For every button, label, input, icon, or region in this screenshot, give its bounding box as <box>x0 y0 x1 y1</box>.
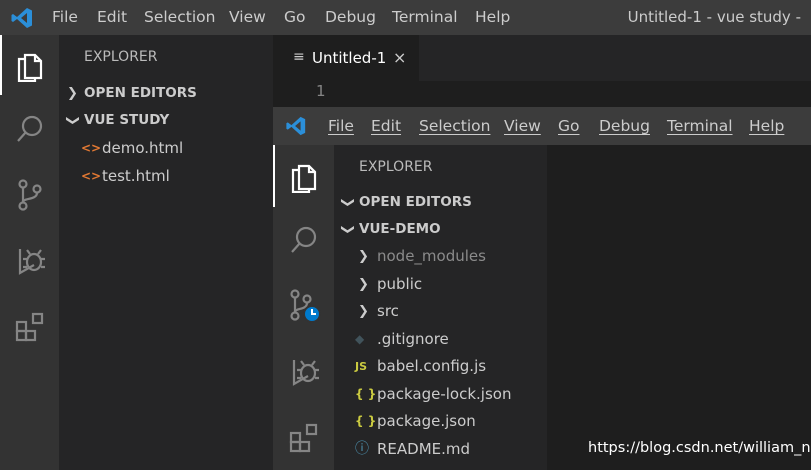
inner-activity-bar <box>273 145 334 470</box>
file-demo-html[interactable]: <> demo.html <box>59 134 273 162</box>
open-editors-section[interactable]: ❯ OPEN EDITORS <box>334 189 547 216</box>
tab-untitled-1[interactable]: ≡ Untitled-1 × <box>273 35 419 81</box>
menu-debug[interactable]: Debug <box>325 0 376 35</box>
menu-edit[interactable]: Edit <box>97 0 127 35</box>
json-file-icon: { } <box>355 414 377 428</box>
explorer-title: EXPLORER <box>84 49 158 65</box>
inner-menu-terminal[interactable]: Terminal <box>667 107 733 145</box>
folder-section-vue-demo[interactable]: ❯ VUE-DEMO <box>334 216 547 243</box>
chevron-right-icon: ❯ <box>67 86 78 101</box>
file-readme-md[interactable]: ⓘ README.md <box>334 436 547 463</box>
folder-label: public <box>377 275 423 293</box>
inner-window-screenshot: File Edit Selection View Go Debug Termin… <box>273 107 811 470</box>
close-icon[interactable]: × <box>393 35 406 81</box>
search-icon[interactable] <box>273 209 334 271</box>
section-label: OPEN EDITORS <box>359 194 472 210</box>
chevron-down-icon: ❯ <box>339 224 355 235</box>
folder-label: src <box>377 302 399 320</box>
source-control-icon[interactable] <box>0 165 59 225</box>
open-editors-section[interactable]: ❯ OPEN EDITORS <box>59 80 273 107</box>
file-label: package-lock.json <box>377 385 512 403</box>
tab-bar: ≡ Untitled-1 × <box>273 35 811 81</box>
menu-go[interactable]: Go <box>284 0 306 35</box>
inner-explorer-sidebar: EXPLORER ❯ OPEN EDITORS ❯ VUE-DEMO ❯ nod… <box>334 145 547 470</box>
chevron-right-icon: ❯ <box>358 277 369 292</box>
menu-help[interactable]: Help <box>475 0 510 35</box>
html-file-icon: <> <box>81 169 102 183</box>
debug-icon[interactable] <box>0 231 59 291</box>
file-gitignore[interactable]: ◆ .gitignore <box>334 326 547 353</box>
file-package-json[interactable]: { } package.json <box>334 408 547 435</box>
menu-file[interactable]: File <box>52 0 78 35</box>
inner-menu-file[interactable]: File <box>328 107 354 145</box>
folder-section-vue-study[interactable]: ❯ VUE STUDY <box>59 107 273 134</box>
explorer-sidebar: EXPLORER ❯ OPEN EDITORS ❯ VUE STUDY <> d… <box>59 35 273 470</box>
chevron-down-icon: ❯ <box>339 197 355 208</box>
git-file-icon: ◆ <box>355 332 365 346</box>
inner-menu-debug[interactable]: Debug <box>599 107 650 145</box>
section-label: VUE-DEMO <box>359 221 441 237</box>
tab-label: Untitled-1 <box>312 49 387 67</box>
inner-menu-go[interactable]: Go <box>558 107 580 145</box>
js-file-icon: JS <box>355 360 368 373</box>
window-title: Untitled-1 - vue study - <box>627 8 801 26</box>
menu-view[interactable]: View <box>229 0 266 35</box>
html-file-icon: <> <box>81 141 102 155</box>
json-file-icon: { } <box>355 387 377 401</box>
inner-title-bar: File Edit Selection View Go Debug Termin… <box>273 107 811 145</box>
line-number: 1 <box>316 82 326 100</box>
file-label: README.md <box>377 440 471 458</box>
folder-label: node_modules <box>377 247 486 265</box>
info-file-icon: ⓘ <box>355 441 369 457</box>
title-bar: File Edit Selection View Go Debug Termin… <box>0 0 811 35</box>
files-icon[interactable] <box>0 35 59 95</box>
file-label: package.json <box>377 412 476 430</box>
vscode-logo-icon <box>285 115 307 141</box>
search-icon[interactable] <box>0 99 59 159</box>
menu-terminal[interactable]: Terminal <box>392 0 458 35</box>
activity-bar <box>0 35 59 470</box>
watermark-url: https://blog.csdn.net/william_n <box>588 440 811 456</box>
file-test-html[interactable]: <> test.html <box>59 162 273 190</box>
folder-src[interactable]: ❯ src <box>334 298 547 325</box>
file-package-lock-json[interactable]: { } package-lock.json <box>334 381 547 408</box>
inner-menu-help[interactable]: Help <box>749 107 784 145</box>
extensions-icon[interactable] <box>273 407 334 469</box>
file-label: .gitignore <box>377 330 449 348</box>
debug-icon[interactable] <box>273 341 334 403</box>
source-control-icon[interactable] <box>273 275 334 337</box>
inner-menu-edit[interactable]: Edit <box>371 107 401 145</box>
section-label: VUE STUDY <box>84 112 170 128</box>
file-babel-config-js[interactable]: JS babel.config.js <box>334 353 547 380</box>
folder-node-modules[interactable]: ❯ node_modules <box>334 243 547 270</box>
files-icon[interactable] <box>273 145 334 207</box>
vscode-logo-icon <box>10 6 34 34</box>
inner-menu-view[interactable]: View <box>504 107 541 145</box>
folder-public[interactable]: ❯ public <box>334 271 547 298</box>
extensions-icon[interactable] <box>0 297 59 357</box>
file-label: babel.config.js <box>377 357 487 375</box>
file-label: test.html <box>102 167 170 185</box>
explorer-title: EXPLORER <box>359 159 433 175</box>
chevron-right-icon: ❯ <box>358 304 369 319</box>
inner-menu-selection[interactable]: Selection <box>419 107 490 145</box>
chevron-right-icon: ❯ <box>358 249 369 264</box>
section-label: OPEN EDITORS <box>84 85 197 101</box>
file-label: demo.html <box>102 139 184 157</box>
menu-selection[interactable]: Selection <box>144 0 215 35</box>
text-file-icon: ≡ <box>293 49 305 65</box>
chevron-down-icon: ❯ <box>64 115 80 126</box>
